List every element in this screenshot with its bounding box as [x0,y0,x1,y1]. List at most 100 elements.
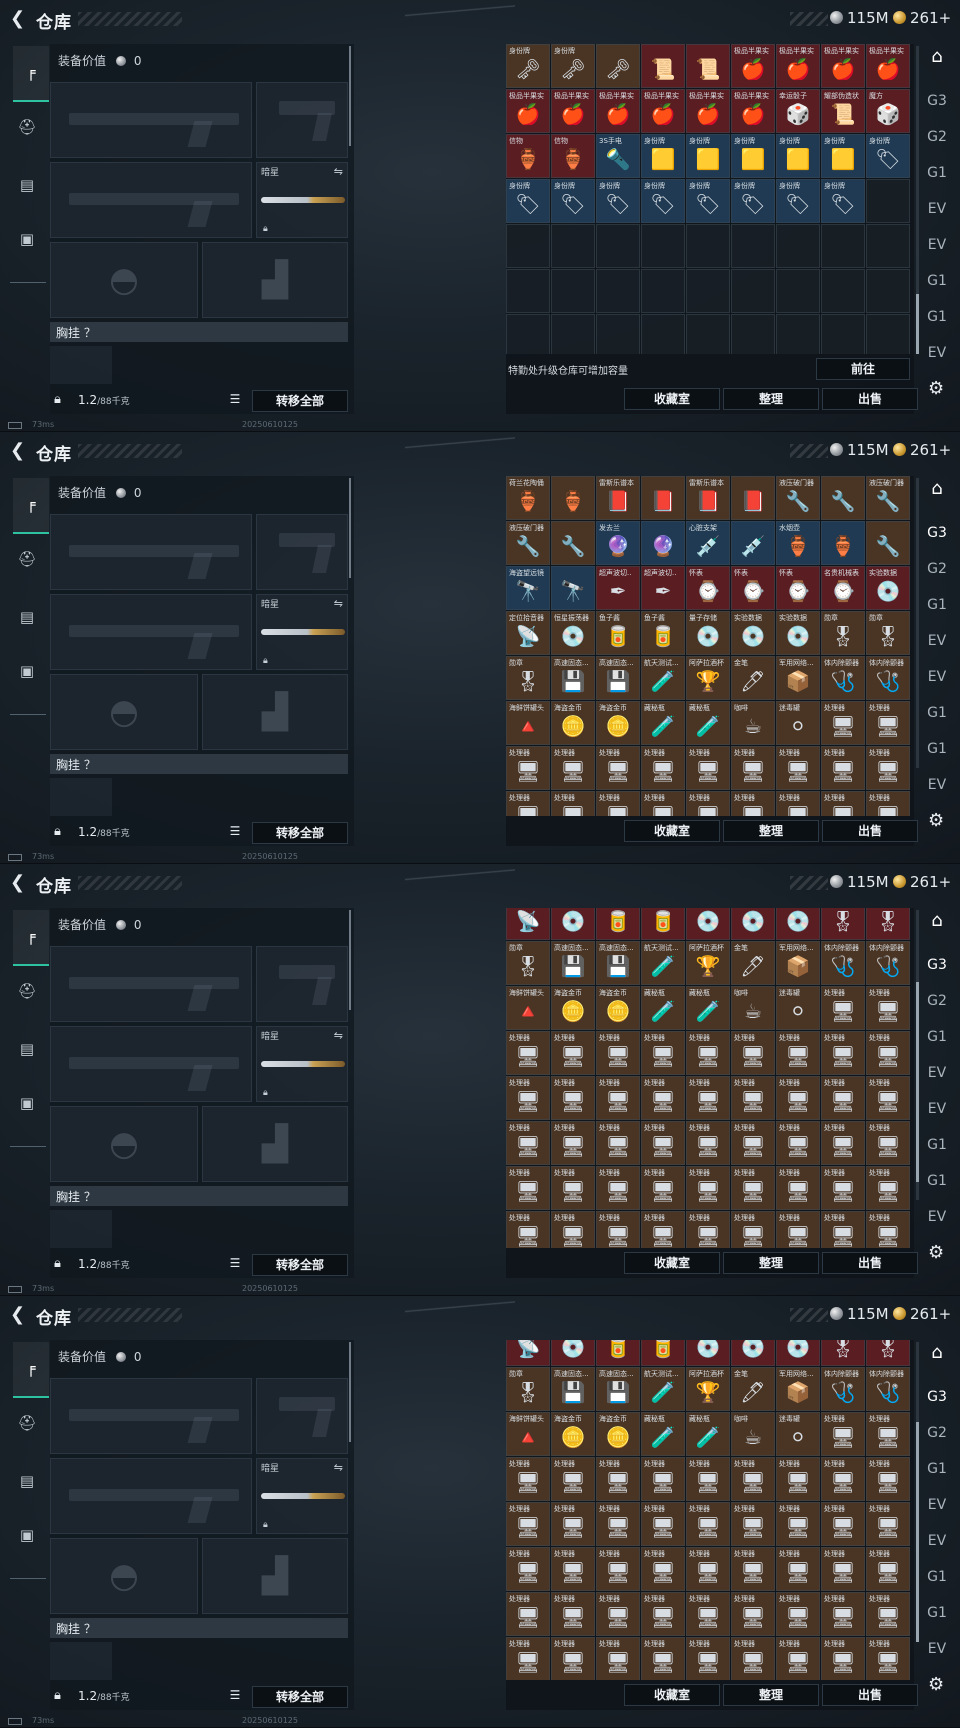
inventory-cell[interactable]: 液压破门器 🔧 [866,476,910,520]
inventory-cell[interactable]: 处理器 🖥 [686,1076,730,1120]
chest-rig-header[interactable]: 胸挂 ？ [50,322,348,342]
inventory-cell[interactable]: 🏺 [551,476,595,520]
inventory-cell[interactable]: 发去兰 🔮 [596,521,640,565]
armor-slot[interactable]: ▟ [202,1106,348,1182]
inventory-cell[interactable]: 藏秘瓶 🧪 [686,701,730,745]
inventory-cell[interactable]: 📕 [731,476,775,520]
inventory-cell[interactable]: 藏秘瓶 🧪 [641,986,685,1030]
inventory-cell[interactable]: 处理器 🖥 [821,1031,865,1075]
inventory-cell[interactable]: 身份牌 🏷 [596,179,640,223]
gold-currency[interactable]: 261+ [893,873,951,893]
inventory-cell[interactable]: 处理器 🖥 [551,791,595,816]
gold-currency[interactable]: 261+ [893,441,951,461]
inventory-cell[interactable]: 处理器 🖥 [776,1592,820,1636]
inventory-cell[interactable]: 水烟壶 🏺 [776,521,820,565]
armor-slot[interactable]: ▟ [202,1538,348,1614]
equipment-scrollbar[interactable] [349,910,351,1010]
inventory-cell[interactable]: 身份牌 🏷 [641,179,685,223]
storage-tab[interactable]: EV [920,1492,954,1532]
inventory-cell[interactable]: 阿萨拉酒杯 🏆 [686,941,730,985]
inventory-cell[interactable]: 处理器 🖥 [641,1076,685,1120]
inventory-cell[interactable]: 💿 [686,908,730,940]
clipboard-icon[interactable]: ▤ [12,1034,42,1064]
inventory-cell[interactable]: 液压破门器 🔧 [506,521,550,565]
sell-button[interactable]: 出售 [822,820,918,842]
inventory-cell[interactable]: 处理器 🖥 [731,1637,775,1680]
inventory-cell[interactable]: 处理器 🖥 [641,1502,685,1546]
clipboard-icon[interactable]: ▤ [12,602,42,632]
inventory-cell[interactable]: 🔧 [866,521,910,565]
armor-slot[interactable]: ▟ [202,674,348,750]
inventory-cell[interactable]: 处理器 🖥 [551,1166,595,1210]
inventory-cell[interactable] [731,224,775,268]
inventory-cell[interactable]: 💿 [776,908,820,940]
inventory-cell[interactable]: 军用网络... 📦 [776,656,820,700]
melee-slot[interactable]: 暗星 ⇋ 🔒︎ [256,1458,348,1534]
inventory-cell[interactable] [551,224,595,268]
inventory-cell[interactable]: 实验数据 💿 [776,611,820,655]
chevron-left-icon[interactable]: ❮ [10,1306,26,1324]
inventory-cell[interactable]: 处理器 🖥 [821,1211,865,1248]
inventory-cell[interactable]: 处理器 🖥 [551,1076,595,1120]
list-icon[interactable]: ☰ [226,392,244,410]
inventory-cell[interactable]: 处理器 🖥 [686,1457,730,1501]
equipment-scrollbar[interactable] [349,1342,351,1442]
helmet-icon[interactable]: ⛑ [12,112,42,142]
inventory-cell[interactable]: 体内除颤器 🩺 [821,941,865,985]
inventory-cell[interactable] [596,269,640,313]
inventory-cell[interactable]: 海鲜饼罐头 🔺 [506,986,550,1030]
inventory-cell[interactable]: 处理器 🖥 [821,701,865,745]
gear-icon[interactable]: ⚙ [928,378,944,399]
inventory-cell[interactable] [551,269,595,313]
chevron-left-icon[interactable]: ❮ [10,874,26,892]
storage-tab[interactable]: G2 [920,124,954,164]
gear-icon[interactable]: ⚙ [928,1674,944,1695]
inventory-cell[interactable]: 处理器 🖥 [506,1457,550,1501]
inventory-cell[interactable] [731,269,775,313]
storage-tab[interactable]: G2 [920,556,954,596]
inventory-cell[interactable]: 幸运骰子 🎲 [776,89,820,133]
inventory-cell[interactable]: 处理器 🖥 [731,1502,775,1546]
inventory-cell[interactable]: 处理器 🖥 [776,1031,820,1075]
sell-button[interactable]: 出售 [822,1684,918,1706]
inventory-cell[interactable]: 处理器 🖥 [686,746,730,790]
gun-icon[interactable]: ╒ [13,1342,49,1398]
storage-tab[interactable]: G2 [920,1420,954,1460]
inventory-cell[interactable]: 处理器 🖥 [641,1121,685,1165]
inventory-cell[interactable]: 军用网络... 📦 [776,1367,820,1411]
inventory-cell[interactable]: 处理器 🖥 [596,1211,640,1248]
inventory-cell[interactable]: 处理器 🖥 [776,1547,820,1591]
inventory-cell[interactable]: 迷毒罐 ⚪ [776,701,820,745]
storage-tab[interactable]: G1 [920,700,954,740]
inventory-cell[interactable]: 处理器 🖥 [821,746,865,790]
inventory-cell[interactable]: 处理器 🖥 [506,1637,550,1680]
inventory-cell[interactable]: 身份牌 🟨 [776,134,820,178]
pistol-slot[interactable] [256,1378,348,1454]
inventory-cell[interactable] [821,224,865,268]
inventory-cell[interactable]: 身份牌 🏷 [776,179,820,223]
inventory-cell[interactable]: 体内除颤器 🩺 [866,1367,910,1411]
primary-weapon-slot[interactable] [50,1378,252,1454]
storage-tab[interactable]: G1 [920,1024,954,1064]
inventory-cell[interactable]: 处理器 🖥 [866,1121,910,1165]
inventory-cell[interactable]: 金笔 🖊 [731,941,775,985]
transfer-all-button[interactable]: 转移全部 [252,1686,348,1708]
inventory-cell[interactable]: 处理器 🖥 [686,1031,730,1075]
inventory-cell[interactable]: 处理器 🖥 [731,1076,775,1120]
inventory-cell[interactable]: 荷兰花陶俑 🏺 [506,476,550,520]
inventory-cell[interactable]: 藏秘瓶 🧪 [641,1412,685,1456]
inventory-cell[interactable] [731,314,775,354]
inventory-cell[interactable]: 处理器 🖥 [821,1121,865,1165]
primary-weapon-slot[interactable] [50,946,252,1022]
inventory-cell[interactable]: 处理器 🖥 [776,1121,820,1165]
storage-scroll-thumb[interactable] [916,1422,919,1642]
inventory-cell[interactable]: 📕 [641,476,685,520]
inventory-cell[interactable]: 🔧 [551,521,595,565]
inventory-cell[interactable]: 处理器 🖥 [551,1637,595,1680]
inventory-cell[interactable]: 处理器 🖥 [506,1166,550,1210]
inventory-cell[interactable]: 航天测试... 🧪 [641,1367,685,1411]
inventory-cell[interactable]: 高速固态... 💾 [596,656,640,700]
inventory-cell[interactable]: 处理器 🖥 [866,1076,910,1120]
inventory-cell[interactable]: 高速固态... 💾 [551,656,595,700]
swap-icon[interactable]: ⇋ [334,597,343,610]
